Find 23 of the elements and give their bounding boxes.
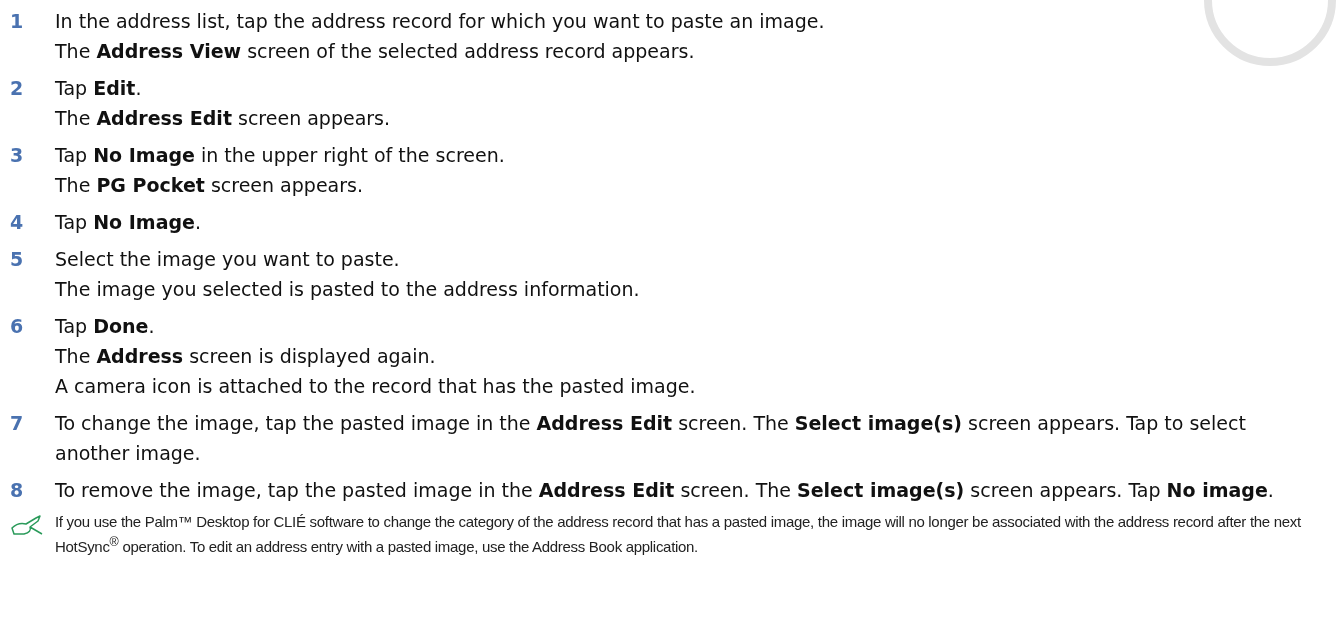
step-text: Tap Done.: [55, 314, 156, 339]
step-text: To change the image, tap the pasted image in the Address Edit screen. The Select image(s) screen appears. Tap to select another image.: [55, 411, 1247, 466]
step-text: The Address View screen of the selected address record appears.: [55, 39, 696, 64]
step-text: To remove the image, tap the pasted image in the Address Edit screen. The Select image(s) screen appears. Tap No image.: [55, 478, 1275, 503]
step-number: 8: [10, 478, 25, 503]
step-text: The image you selected is pasted to the address information.: [55, 277, 641, 302]
step-text: In the address list, tap the address record for which you want to paste an image.: [55, 9, 826, 34]
step-number: 3: [10, 143, 25, 168]
note-text: If you use the Palm™ Desktop for CLIÉ software to change the category of the address record that has a pasted image, the image will no longer be associated with the address record after the next HotSync$^{®}$ operation. To edit an address entry with a pasted image, use the Address Book application.: [55, 512, 1302, 557]
step-text: Tap No Image.: [55, 210, 202, 235]
step-number: 6: [10, 314, 25, 339]
step-text: A camera icon is attached to the record that has the pasted image.: [55, 374, 697, 399]
step-number: 2: [10, 76, 25, 101]
step-text: Tap Edit.: [55, 76, 143, 101]
step-text: Select the image you want to paste.: [55, 247, 401, 272]
step-number: 7: [10, 411, 25, 436]
step-number: 1: [10, 9, 25, 34]
step-text: The Address Edit screen appears.: [55, 106, 392, 131]
step-text: Tap No Image in the upper right of the screen.: [55, 143, 506, 168]
step-number: 4: [10, 210, 25, 235]
step-text: The Address screen is displayed again.: [55, 344, 437, 369]
step-number: 5: [10, 247, 25, 272]
step-text: The PG Pocket screen appears.: [55, 173, 364, 198]
